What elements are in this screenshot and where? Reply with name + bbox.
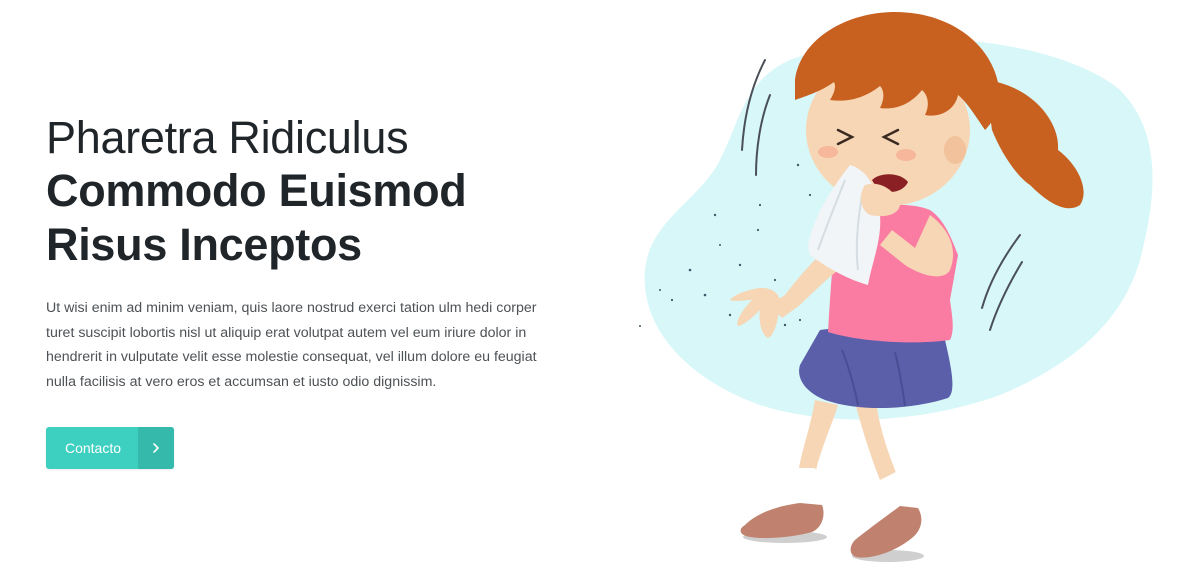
contact-button-label: Contacto bbox=[64, 440, 122, 456]
sneezing-girl-illustration bbox=[639, 12, 1153, 562]
hero-title-line-2: Commodo Euismod bbox=[46, 165, 467, 216]
left-sock bbox=[795, 468, 817, 504]
hero-text: Pharetra Ridiculus Commodo Euismod Risus… bbox=[46, 112, 566, 394]
chevron-right-icon bbox=[138, 427, 174, 469]
hero-description: Ut wisi enim ad minim veniam, quis laore… bbox=[46, 300, 537, 390]
hero-section: Pharetra Ridiculus Commodo Euismod Risus… bbox=[0, 0, 1200, 581]
hero-title-line-1: Pharetra Ridiculus bbox=[46, 112, 409, 163]
right-shoe bbox=[850, 506, 922, 558]
contact-button[interactable]: Contacto bbox=[46, 427, 174, 469]
hero-title-line-3: Risus Inceptos bbox=[46, 219, 362, 270]
